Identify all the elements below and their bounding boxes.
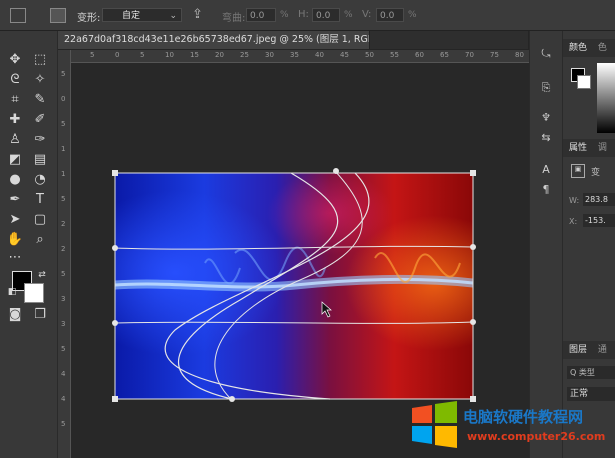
warp-corner-handle[interactable] [112, 170, 118, 176]
warp-control-point[interactable] [112, 320, 118, 326]
character-panel-icon[interactable]: A [539, 163, 553, 177]
tab-layers-label: 图层 [569, 345, 588, 355]
watermark-site-name: 电脑软硬件教程网 [463, 408, 584, 426]
warp-control-point[interactable] [470, 244, 476, 250]
tab-color-label: 颜色 [569, 43, 588, 53]
warp-control-point[interactable] [112, 245, 118, 251]
tab-channels-label: 通 [597, 345, 607, 355]
mouse-cursor-icon [321, 301, 332, 318]
brush-settings-icon[interactable]: ♆ [539, 111, 553, 125]
x-input[interactable]: -153. [583, 214, 615, 227]
layer-filter-select[interactable]: Q 类型 [567, 366, 615, 379]
color-picker-field[interactable] [597, 63, 615, 133]
tab-adjust-label: 调 [597, 143, 607, 153]
paragraph-panel-icon[interactable]: ¶ [539, 183, 553, 197]
warp-control-point[interactable] [470, 319, 476, 325]
actions-panel-icon[interactable]: ⎘ [539, 81, 553, 95]
width-input[interactable]: 283.8 [583, 193, 615, 206]
warp-control-point[interactable] [333, 168, 339, 174]
site-watermark: 电脑软硬件教程网 www.computer26.com [405, 398, 615, 458]
windows-logo-icon [412, 401, 457, 448]
w-label: W: [569, 196, 580, 205]
tab-swatches-label: 色 [597, 43, 607, 53]
warp-grid-overlay [112, 168, 476, 402]
tab-layers[interactable]: 图层 通 [563, 341, 615, 359]
warp-control-point[interactable] [229, 396, 235, 402]
history-panel-icon[interactable]: ⤿ [539, 47, 553, 61]
adjustments-icon[interactable]: ⇆ [539, 131, 553, 145]
tab-properties[interactable]: 属性 调 [563, 139, 615, 157]
bg-color-chip[interactable] [577, 75, 591, 89]
right-panels: 颜色 色 属性 调 ▣ 变 W: 283.8 X: -153. 图层 通 Q 类… [562, 31, 615, 458]
warp-corner-handle[interactable] [470, 170, 476, 176]
properties-subtitle: 变 [591, 168, 601, 178]
warp-corner-handle[interactable] [112, 396, 118, 402]
watermark-url: www.computer26.com [467, 430, 606, 443]
tab-properties-label: 属性 [569, 143, 588, 153]
x-label: X: [569, 217, 578, 226]
tab-color[interactable]: 颜色 色 [563, 39, 615, 57]
transform-icon: ▣ [571, 164, 585, 178]
panel-icons-strip: ⤿ ⎘ ♆ ⇆ A ¶ [529, 31, 562, 458]
